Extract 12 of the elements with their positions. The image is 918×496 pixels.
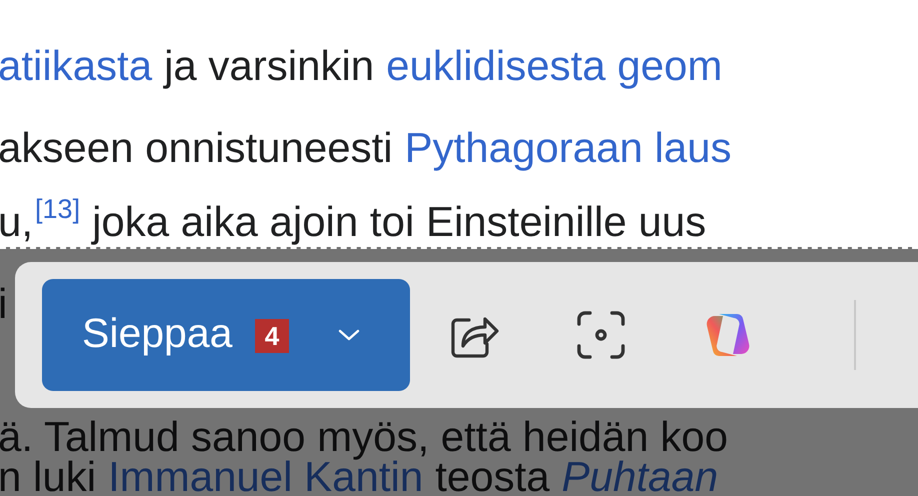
article-text: u, <box>0 197 34 247</box>
screen-capture-icon[interactable] <box>576 310 626 360</box>
article-text: n luki <box>0 452 96 496</box>
article-link[interactable]: Pythagoraan laus <box>404 120 732 176</box>
number-badge: 4 <box>255 319 289 353</box>
article-text: joka aika ajoin toi Einsteinille uus <box>92 197 706 247</box>
chevron-down-icon[interactable] <box>338 329 360 341</box>
reference-link[interactable]: [13] <box>35 181 80 237</box>
article-link[interactable]: euklidisesta geom <box>386 38 722 94</box>
article-text: i <box>0 279 8 329</box>
article-text: teosta <box>435 452 550 496</box>
article-text: ja varsinkin <box>164 41 374 91</box>
